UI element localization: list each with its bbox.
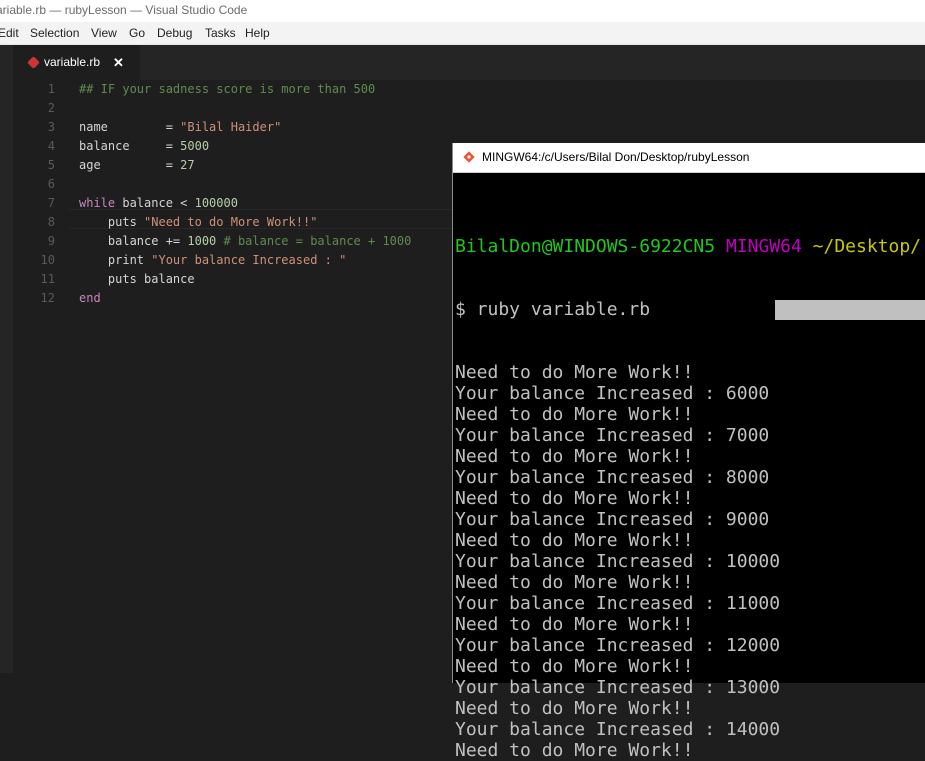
code-line: puts balance xyxy=(79,270,411,289)
terminal-command-line: $ ruby variable.rb xyxy=(455,299,651,320)
line-number: 5 xyxy=(47,158,55,172)
git-bash-icon xyxy=(463,151,475,163)
terminal-output-line: Need to do More Work!! xyxy=(455,446,694,467)
code-token: 100000 xyxy=(194,196,238,210)
code-token: ## IF your sadness score is more than 50… xyxy=(79,82,376,96)
code-token: "Bilal Haider" xyxy=(180,120,282,134)
code-line: end xyxy=(79,289,411,308)
prompt-path: ~/Desktop/ xyxy=(812,236,922,257)
terminal-window[interactable]: MINGW64:/c/Users/Bilal Don/Desktop/rubyL… xyxy=(452,143,925,761)
code-token: balance = xyxy=(79,139,181,153)
close-icon[interactable]: ✕ xyxy=(113,45,124,80)
terminal-output-line: Your balance Increased : 8000 xyxy=(455,467,770,488)
terminal-output-line: Your balance Increased : 9000 xyxy=(455,509,770,530)
terminal-titlebar[interactable]: MINGW64:/c/Users/Bilal Don/Desktop/rubyL… xyxy=(453,143,925,173)
terminal-output-line: Your balance Increased : 11000 xyxy=(455,593,781,614)
terminal-output-line: Need to do More Work!! xyxy=(455,698,694,719)
code-line: balance += 1000 # balance = balance + 10… xyxy=(79,232,411,251)
activity-strip xyxy=(0,80,13,673)
menu-go[interactable]: Go xyxy=(129,22,145,44)
tab-variable-rb[interactable]: variable.rb ✕ xyxy=(13,45,140,80)
ruby-icon xyxy=(27,56,40,69)
terminal-output-line: Need to do More Work!! xyxy=(455,740,694,761)
code-token: 27 xyxy=(180,158,195,172)
terminal-output-line: Need to do More Work!! xyxy=(455,404,694,425)
line-number: 2 xyxy=(47,101,55,115)
menu-selection[interactable]: Selection xyxy=(30,22,79,44)
line-number: 9 xyxy=(47,234,55,248)
terminal-title: MINGW64:/c/Users/Bilal Don/Desktop/rubyL… xyxy=(482,150,750,164)
code-token: 1000 xyxy=(187,234,217,248)
menu-debug[interactable]: Debug xyxy=(157,22,192,44)
terminal-output-line: Need to do More Work!! xyxy=(455,614,694,635)
terminal-output-line: Your balance Increased : 6000 xyxy=(455,383,770,404)
code-token: age = xyxy=(79,158,181,172)
code-token: balance < xyxy=(115,196,195,210)
window-titlebar: ariable.rb — rubyLesson — Visual Studio … xyxy=(0,0,925,22)
code-line: ## IF your sadness score is more than 50… xyxy=(79,80,411,99)
terminal-output[interactable]: BilalDon@WINDOWS-6922CN5 MINGW64 ~/Deskt… xyxy=(455,194,921,761)
line-number: 4 xyxy=(47,139,55,153)
line-number: 1 xyxy=(47,82,55,96)
terminal-output-line: Your balance Increased : 7000 xyxy=(455,425,770,446)
terminal-output-line: Your balance Increased : 12000 xyxy=(455,635,781,656)
code-line: age = 27 xyxy=(79,156,411,175)
line-number: 6 xyxy=(47,177,55,191)
code-line: print "Your balance Increased : " xyxy=(79,251,411,270)
terminal-prompt-line: BilalDon@WINDOWS-6922CN5 MINGW64 ~/Deskt… xyxy=(455,236,921,257)
code-token: puts balance xyxy=(79,272,195,286)
code-token: print xyxy=(79,253,152,267)
terminal-output-line: Need to do More Work!! xyxy=(455,656,694,677)
window-title: ariable.rb — rubyLesson — Visual Studio … xyxy=(0,3,248,17)
code-token: end xyxy=(79,291,101,305)
line-number-gutter: 1 2 3 4 5 6 7 8 9 10 11 12 xyxy=(13,80,55,308)
prompt-user: BilalDon@WINDOWS-6922CN5 xyxy=(455,236,716,257)
code-line: name = "Bilal Haider" xyxy=(79,118,411,137)
code-line: balance = 5000 xyxy=(79,137,411,156)
line-number: 12 xyxy=(40,291,55,305)
prompt-env: MINGW64 xyxy=(725,236,802,257)
code-line: puts "Need to do More Work!!" xyxy=(79,213,411,232)
code-token: puts xyxy=(79,215,145,229)
code-token: balance += xyxy=(79,234,188,248)
menu-view[interactable]: View xyxy=(91,22,117,44)
line-number: 10 xyxy=(40,253,55,267)
line-number: 7 xyxy=(47,196,55,210)
menu-bar: Edit Selection View Go Debug Tasks Help xyxy=(0,22,925,45)
line-number: 11 xyxy=(40,272,55,286)
menu-tasks[interactable]: Tasks xyxy=(205,22,236,44)
code-area[interactable]: ## IF your sadness score is more than 50… xyxy=(79,80,411,308)
editor-tab-strip: variable.rb ✕ xyxy=(0,45,925,80)
code-token: # balance = balance + 1000 xyxy=(216,234,412,248)
code-token: "Your balance Increased : " xyxy=(151,253,347,267)
menu-edit[interactable]: Edit xyxy=(0,22,19,44)
terminal-output-line: Need to do More Work!! xyxy=(455,488,694,509)
line-number: 3 xyxy=(47,120,55,134)
menu-help[interactable]: Help xyxy=(245,22,270,44)
terminal-output-line: Your balance Increased : 14000 xyxy=(455,719,781,740)
terminal-output-line: Your balance Increased : 13000 xyxy=(455,677,781,698)
code-token: "Need to do More Work!!" xyxy=(144,215,318,229)
code-line: while balance < 100000 xyxy=(79,194,411,213)
terminal-output-line: Need to do More Work!! xyxy=(455,572,694,593)
code-token: while xyxy=(79,196,116,210)
code-token: 5000 xyxy=(180,139,210,153)
tab-label: variable.rb xyxy=(44,55,101,69)
code-token: name = xyxy=(79,120,181,134)
line-number: 8 xyxy=(47,215,55,229)
terminal-output-line: Need to do More Work!! xyxy=(455,362,694,383)
terminal-output-line: Your balance Increased : 10000 xyxy=(455,551,781,572)
terminal-output-line: Need to do More Work!! xyxy=(455,530,694,551)
